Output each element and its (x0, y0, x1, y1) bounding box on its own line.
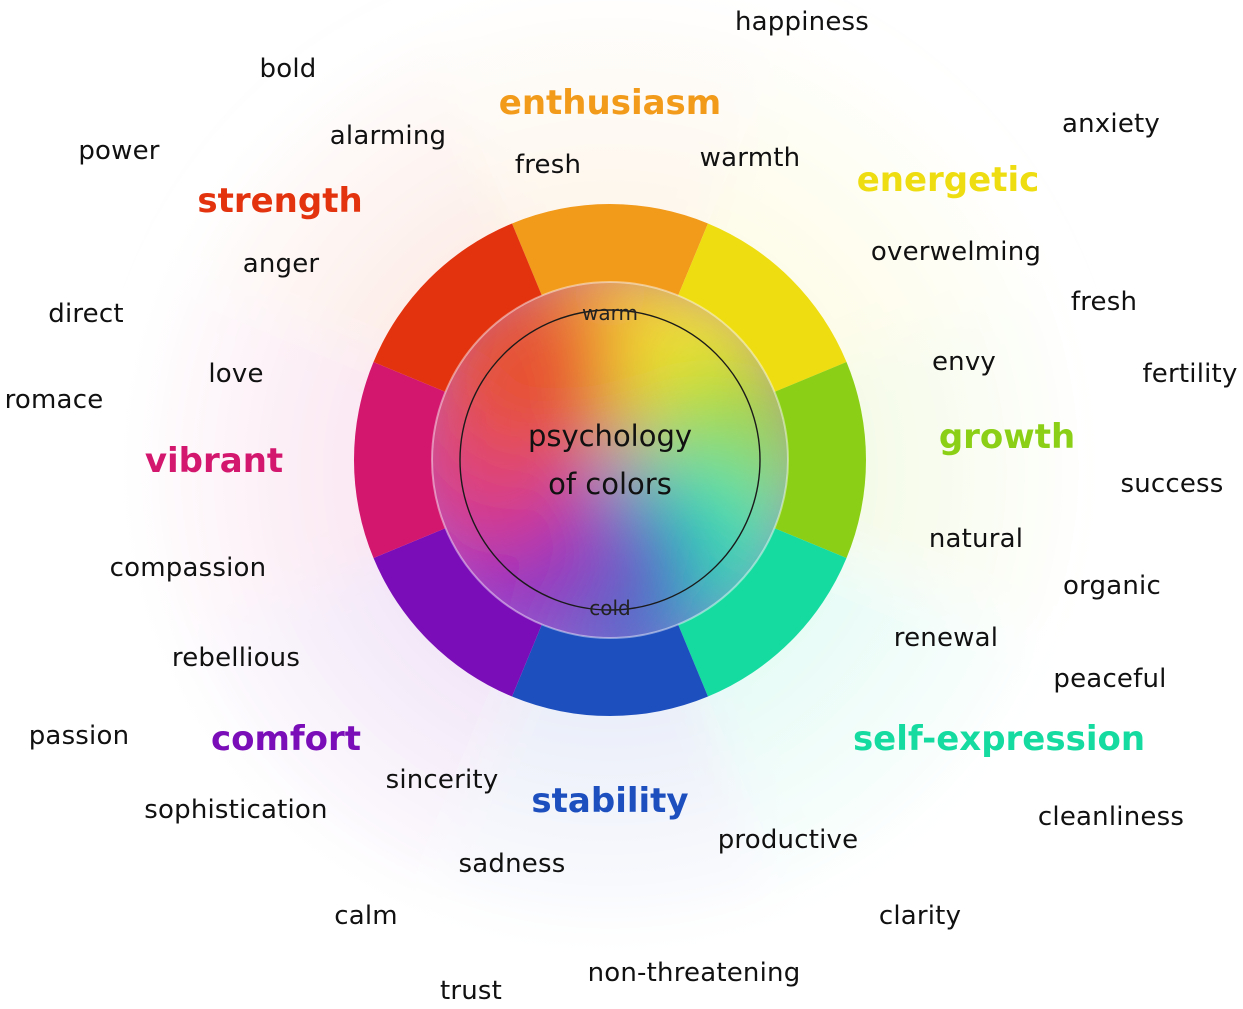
word-fresh-top: fresh (514, 150, 582, 180)
word-peaceful: peaceful (1053, 664, 1167, 694)
word-alarming: alarming (329, 121, 447, 151)
cold-label: cold (589, 596, 631, 620)
word-happiness: happiness (734, 7, 870, 37)
category-stability: stability (531, 781, 689, 821)
word-fertility: fertility (1142, 359, 1238, 389)
word-sophistication: sophistication (144, 795, 328, 825)
word-anger: anger (242, 249, 320, 279)
word-sadness: sadness (458, 849, 566, 879)
category-enthusiasm: enthusiasm (498, 83, 722, 123)
psychology-of-colors-diagram: warm cold psychology of colors enthusias… (0, 0, 1243, 1009)
word-overwelming: overwelming (870, 237, 1042, 267)
word-natural: natural (928, 524, 1024, 554)
word-envy: envy (931, 347, 997, 377)
center-title-line1: psychology (527, 419, 693, 453)
word-anxiety: anxiety (1062, 109, 1160, 139)
word-rebellious: rebellious (171, 643, 301, 673)
category-comfort: comfort (210, 719, 362, 759)
center-title: psychology of colors (528, 412, 692, 508)
word-compassion: compassion (109, 553, 267, 583)
category-energetic: energetic (856, 160, 1040, 200)
word-passion: passion (28, 721, 130, 751)
category-self-expression: self-expression (852, 719, 1146, 759)
word-sincerity: sincerity (385, 765, 499, 795)
word-fresh-right: fresh (1070, 287, 1138, 317)
word-warmth: warmth (699, 143, 801, 173)
word-trust: trust (439, 976, 503, 1006)
word-love: love (208, 359, 264, 389)
word-power: power (78, 136, 160, 166)
word-romace: romace (4, 385, 104, 415)
center-title-line2: of colors (548, 467, 672, 501)
category-growth: growth (938, 417, 1076, 457)
word-bold: bold (259, 54, 317, 84)
warm-label: warm (582, 301, 638, 325)
word-non-threatening: non-threatening (587, 958, 801, 988)
word-calm: calm (334, 901, 398, 931)
word-cleanliness: cleanliness (1037, 802, 1185, 832)
word-clarity: clarity (878, 901, 962, 931)
word-direct: direct (48, 299, 124, 329)
word-success: success (1120, 469, 1224, 499)
word-renewal: renewal (893, 623, 999, 653)
category-vibrant: vibrant (144, 441, 284, 481)
category-strength: strength (197, 181, 363, 221)
word-productive: productive (717, 825, 859, 855)
word-organic: organic (1063, 571, 1161, 601)
